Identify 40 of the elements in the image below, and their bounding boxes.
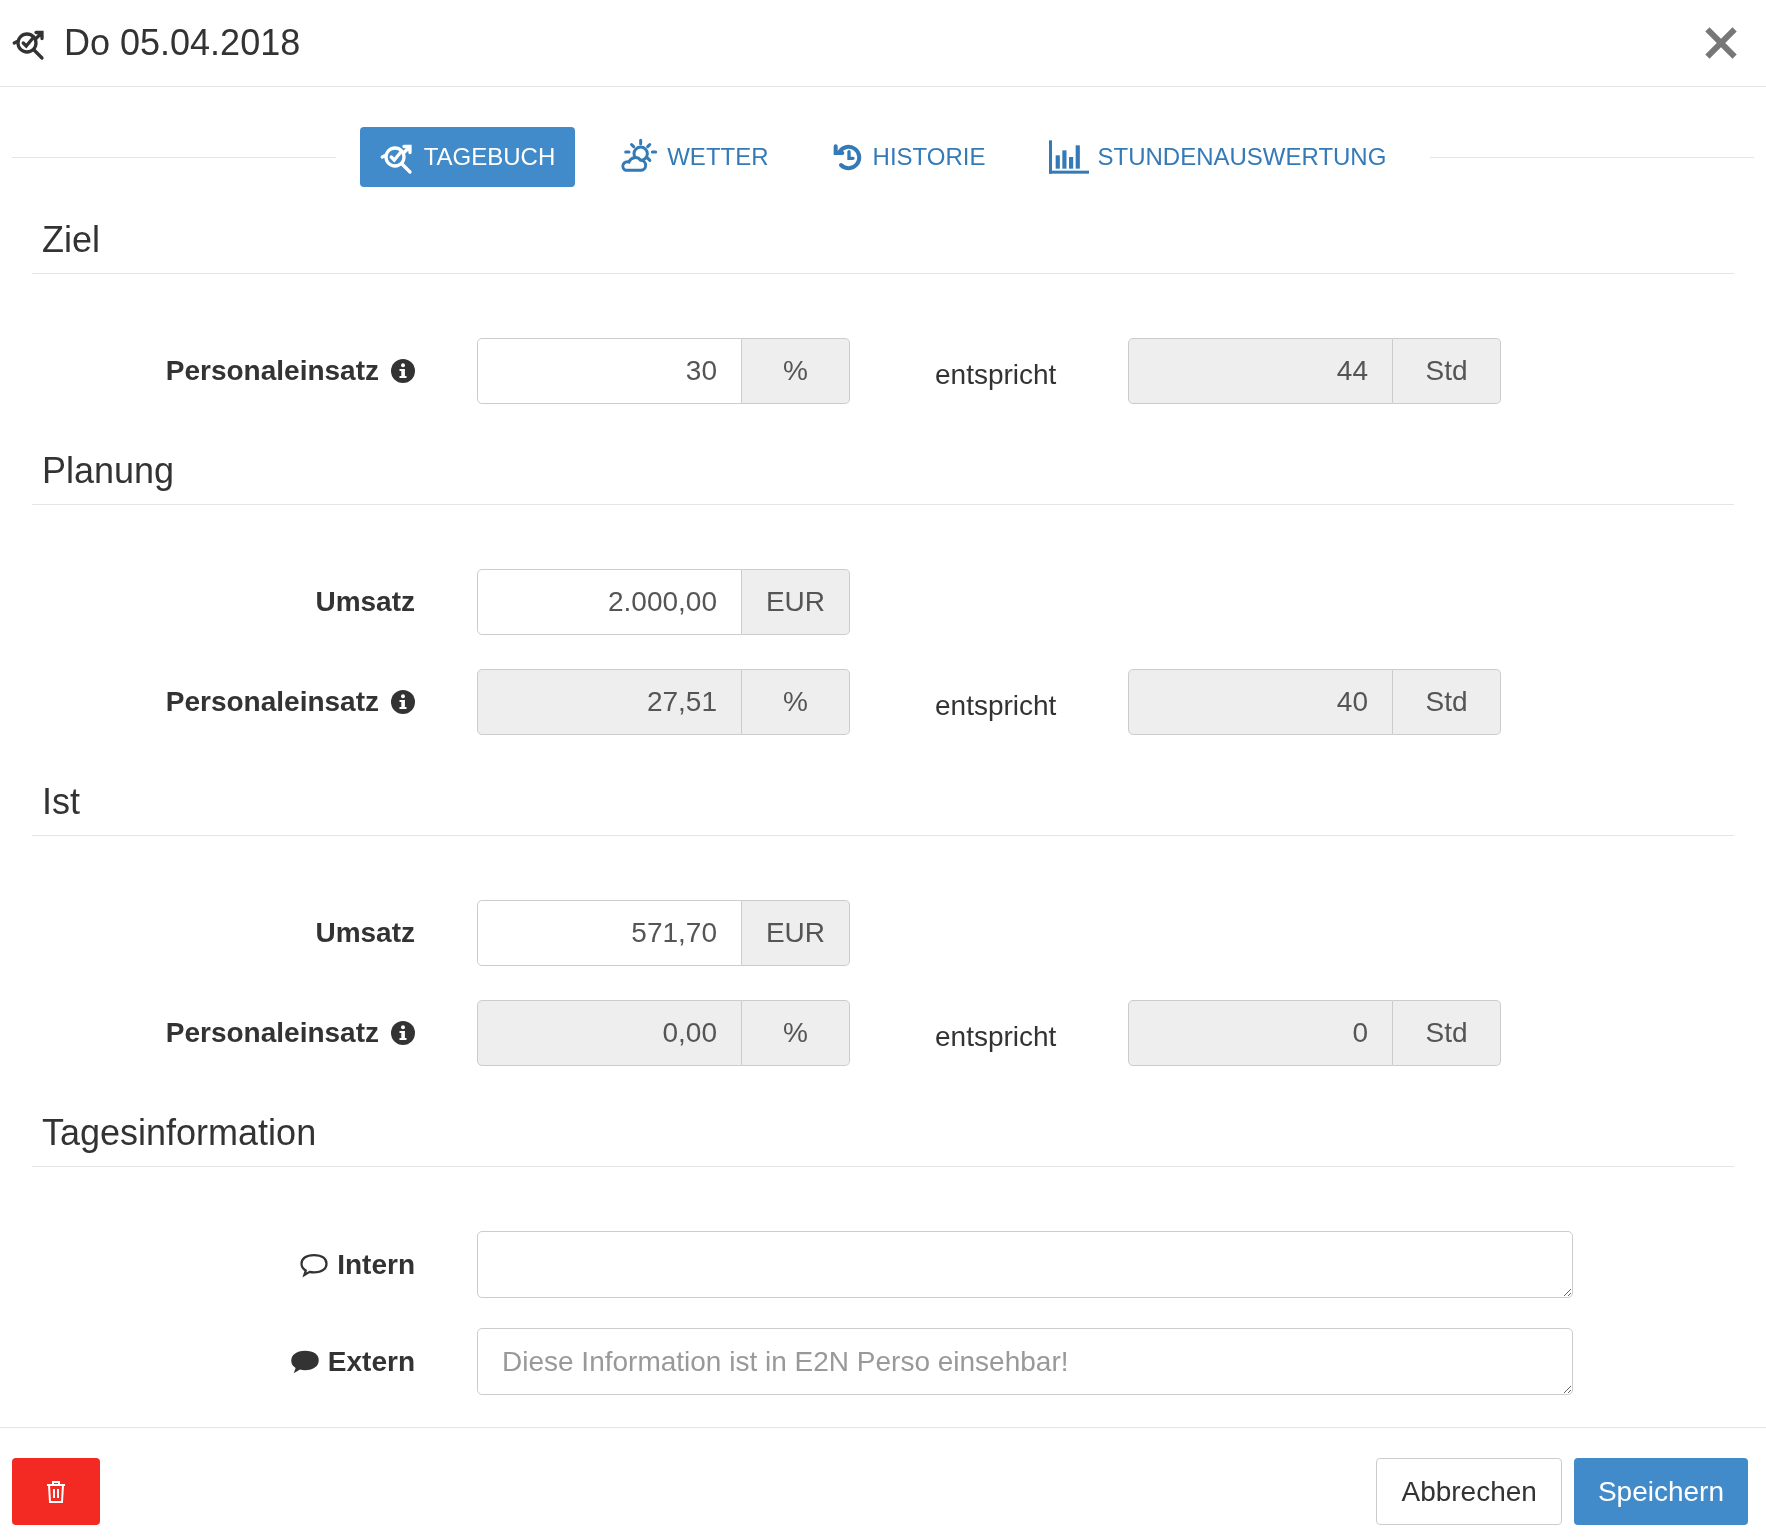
section-heading: Planung: [42, 449, 176, 493]
delete-button[interactable]: [12, 1458, 100, 1525]
cancel-button[interactable]: Abbrechen: [1376, 1458, 1562, 1525]
equivalent-label: entspricht: [935, 689, 1058, 723]
speech-bubble-icon: [289, 1348, 320, 1375]
field-label: Extern: [327, 1344, 415, 1379]
equivalent-label: entspricht: [935, 1020, 1058, 1054]
field-label: Personaleinsatz: [165, 354, 379, 388]
field-label: Umsatz: [315, 585, 415, 619]
note-textarea[interactable]: Diese Information ist in E2N Perso einsehbar!: [477, 1328, 1573, 1395]
number-field[interactable]: 571,70: [477, 900, 742, 966]
field-label: Intern: [337, 1247, 415, 1282]
save-button[interactable]: Speichern: [1573, 1458, 1748, 1525]
section-heading: Ist: [42, 780, 81, 824]
tab[interactable]: WETTER: [599, 127, 789, 187]
close-icon[interactable]: [1704, 26, 1738, 60]
section-heading: Tagesinformation: [42, 1111, 318, 1155]
unit-addon: EUR: [742, 569, 850, 635]
tab[interactable]: HISTORIE: [812, 127, 1006, 187]
unit-addon: Std: [1393, 338, 1501, 404]
unit-addon: %: [742, 1000, 850, 1066]
info-icon[interactable]: [391, 359, 415, 383]
unit-addon: EUR: [742, 900, 850, 966]
field-label: Personaleinsatz: [165, 685, 379, 719]
field-label: Personaleinsatz: [165, 1016, 379, 1050]
number-field[interactable]: 2.000,00: [477, 569, 742, 635]
window-title: Do 05.04.2018: [64, 21, 301, 65]
equivalent-label: entspricht: [935, 358, 1058, 392]
unit-addon: %: [742, 669, 850, 735]
unit-addon: Std: [1393, 1000, 1501, 1066]
tab[interactable]: STUNDENAUSWERTUNG: [1029, 127, 1407, 187]
unit-addon: Std: [1393, 669, 1501, 735]
speech-bubble-icon: [299, 1251, 330, 1278]
trash-icon: [45, 1479, 67, 1504]
field-label: Umsatz: [315, 916, 415, 950]
section-heading: Ziel: [42, 218, 101, 262]
number-field[interactable]: 30: [477, 338, 742, 404]
tab[interactable]: TAGEBUCH: [359, 127, 576, 187]
unit-addon: %: [742, 338, 850, 404]
bar-chart-icon: [1049, 140, 1090, 174]
